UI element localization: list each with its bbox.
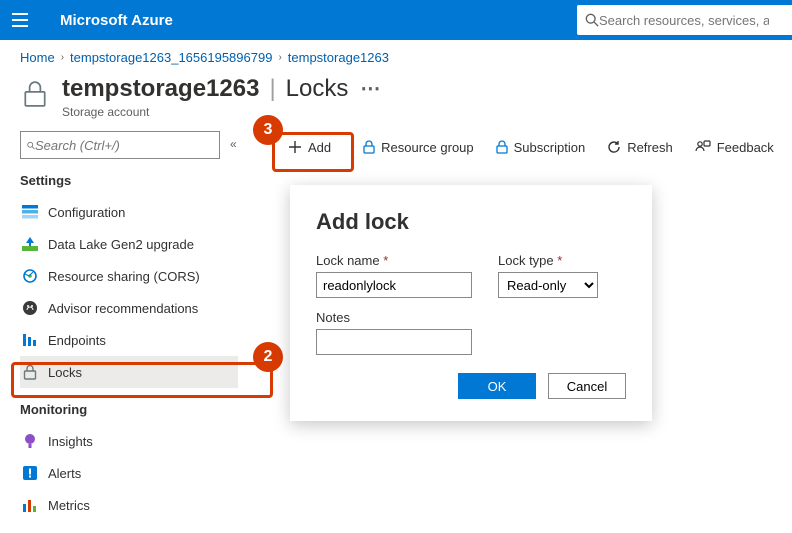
top-bar: Microsoft Azure: [0, 0, 792, 40]
notes-label: Notes: [316, 310, 626, 325]
title-separator: |: [269, 75, 275, 103]
sidebar-item-label: Locks: [48, 365, 82, 380]
sidebar-item-metrics[interactable]: Metrics: [20, 489, 238, 521]
subscription-label: Subscription: [514, 140, 586, 155]
add-button[interactable]: Add: [278, 136, 341, 159]
subscription-button[interactable]: Subscription: [496, 140, 586, 155]
lock-icon: [496, 140, 508, 154]
lock-name-label: Lock name *: [316, 253, 472, 268]
resource-group-button[interactable]: Resource group: [363, 140, 474, 155]
sidebar-item-label: Resource sharing (CORS): [48, 269, 200, 284]
sidebar-item-label: Advisor recommendations: [48, 301, 198, 316]
ok-button[interactable]: OK: [458, 373, 536, 399]
sidebar-search[interactable]: [20, 131, 220, 159]
add-lock-dialog: Add lock Lock name * Lock type * Read-on…: [290, 185, 652, 421]
section-monitoring: Monitoring: [20, 402, 238, 417]
metrics-icon: [22, 497, 38, 513]
sidebar-item-label: Configuration: [48, 205, 125, 220]
global-search-input[interactable]: [599, 13, 769, 28]
breadcrumb: Home › tempstorage1263_1656195896799 › t…: [0, 40, 792, 71]
sidebar-item-datalake-upgrade[interactable]: Data Lake Gen2 upgrade: [20, 228, 238, 260]
collapse-chevron-icon[interactable]: «: [230, 137, 237, 151]
lock-icon: [20, 79, 50, 109]
dialog-title: Add lock: [316, 209, 626, 235]
alerts-icon: [22, 465, 38, 481]
sidebar-item-label: Endpoints: [48, 333, 106, 348]
chevron-right-icon: ›: [61, 52, 64, 63]
lock-type-select[interactable]: Read-only: [498, 272, 598, 298]
section-settings: Settings: [20, 173, 238, 188]
global-search[interactable]: [577, 5, 792, 35]
add-label: Add: [308, 140, 331, 155]
sidebar-item-alerts[interactable]: Alerts: [20, 457, 238, 489]
refresh-label: Refresh: [627, 140, 673, 155]
sidebar-item-endpoints[interactable]: Endpoints: [20, 324, 238, 356]
search-icon: [27, 139, 35, 152]
chevron-right-icon: ›: [278, 52, 281, 63]
insights-icon: [22, 433, 38, 449]
sidebar-item-label: Metrics: [48, 498, 90, 513]
search-icon: [585, 13, 599, 27]
sidebar-item-label: Insights: [48, 434, 93, 449]
sidebar-item-advisor[interactable]: Advisor recommendations: [20, 292, 238, 324]
page-title: Locks: [286, 75, 349, 103]
sidebar-item-insights[interactable]: Insights: [20, 425, 238, 457]
feedback-label: Feedback: [717, 140, 774, 155]
lock-icon: [22, 364, 38, 380]
cors-icon: [22, 268, 38, 284]
plus-icon: [288, 140, 302, 154]
sidebar-item-label: Alerts: [48, 466, 81, 481]
sidebar-search-input[interactable]: [35, 138, 213, 153]
lock-icon: [363, 140, 375, 154]
sidebar: Settings Configuration Data Lake Gen2 up…: [20, 131, 238, 521]
feedback-button[interactable]: Feedback: [695, 140, 774, 155]
brand-label: Microsoft Azure: [40, 12, 173, 29]
cancel-button[interactable]: Cancel: [548, 373, 626, 399]
breadcrumb-home[interactable]: Home: [20, 50, 55, 65]
notes-input[interactable]: [316, 329, 472, 355]
resource-subtitle: Storage account: [62, 105, 772, 119]
advisor-icon: [22, 300, 38, 316]
breadcrumb-level1[interactable]: tempstorage1263_1656195896799: [70, 50, 272, 65]
sidebar-item-label: Data Lake Gen2 upgrade: [48, 237, 194, 252]
toolbar: Add Resource group Subscription Refresh …: [278, 131, 792, 163]
sidebar-item-configuration[interactable]: Configuration: [20, 196, 238, 228]
resource-title: tempstorage1263: [62, 75, 259, 103]
resource-group-label: Resource group: [381, 140, 474, 155]
refresh-button[interactable]: Refresh: [607, 140, 673, 155]
endpoints-icon: [22, 332, 38, 348]
more-button[interactable]: ⋯: [354, 79, 380, 99]
hamburger-icon: [12, 13, 28, 27]
breadcrumb-level2[interactable]: tempstorage1263: [288, 50, 389, 65]
upgrade-icon: [22, 236, 38, 252]
lock-type-label: Lock type *: [498, 253, 598, 268]
feedback-icon: [695, 140, 711, 154]
refresh-icon: [607, 140, 621, 154]
sidebar-item-cors[interactable]: Resource sharing (CORS): [20, 260, 238, 292]
menu-button[interactable]: [0, 13, 40, 27]
lock-name-input[interactable]: [316, 272, 472, 298]
sidebar-item-locks[interactable]: Locks: [20, 356, 238, 388]
configuration-icon: [22, 204, 38, 220]
page-header: tempstorage1263 | Locks ⋯ Storage accoun…: [0, 71, 792, 131]
